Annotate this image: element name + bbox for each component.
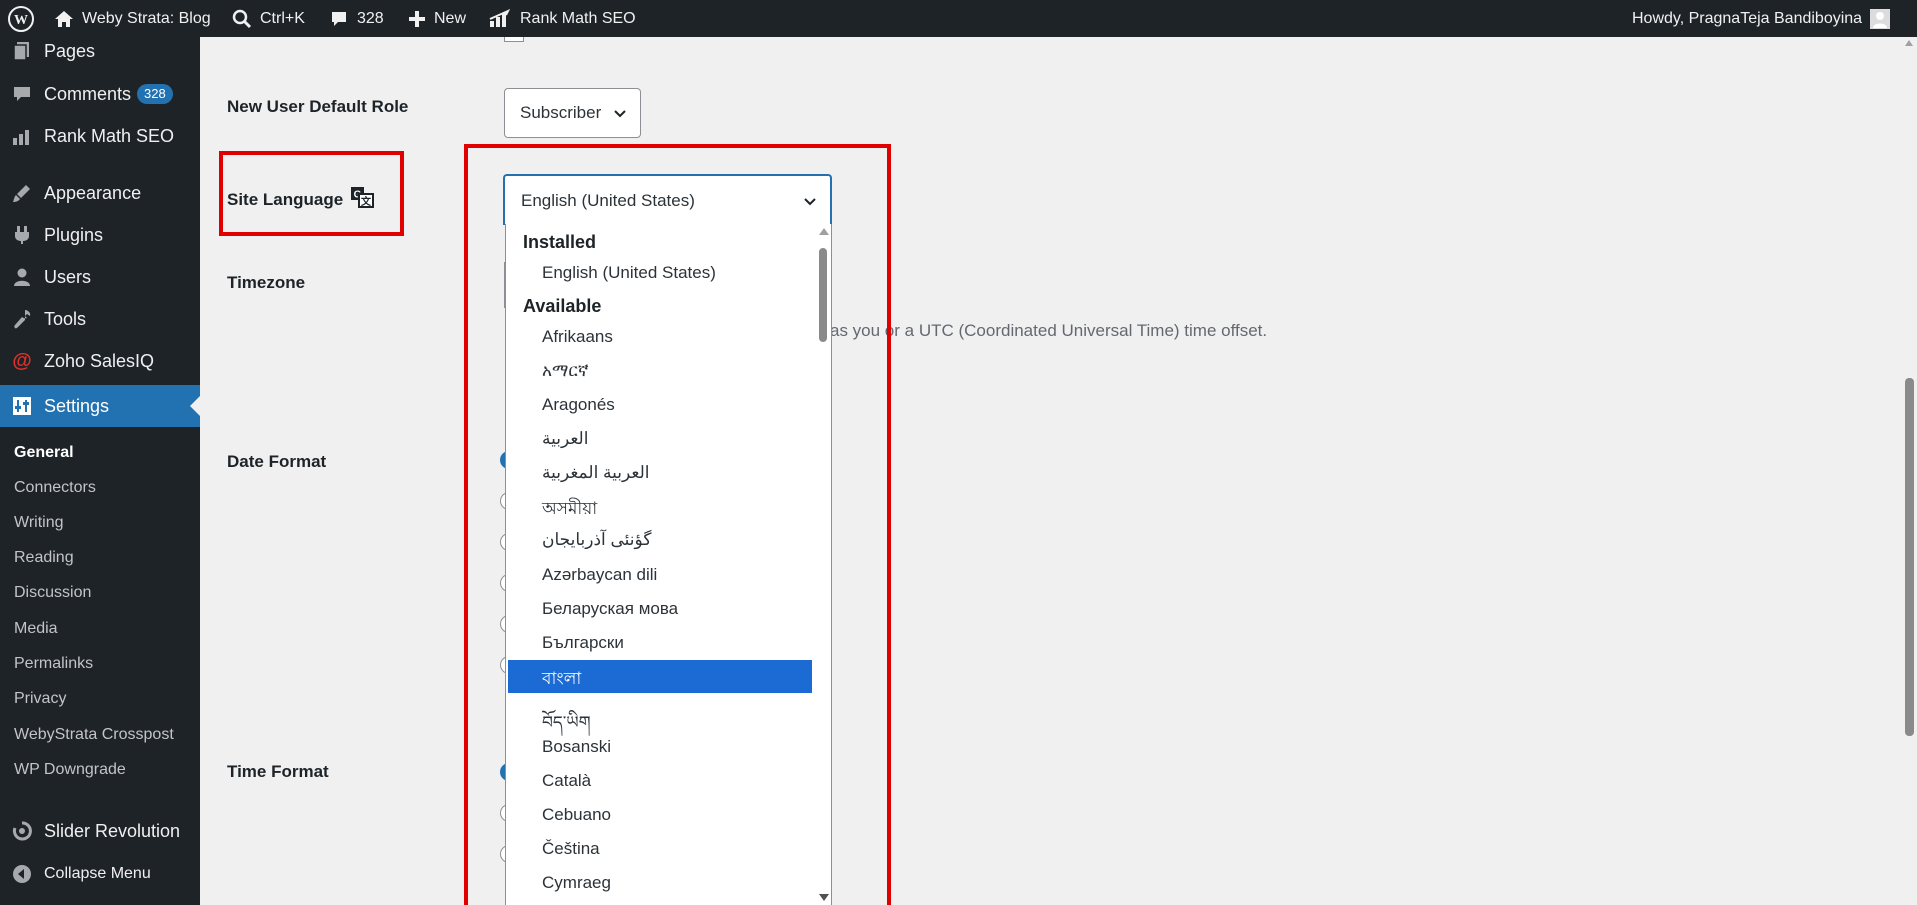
- default-role-value: Subscriber: [520, 103, 602, 122]
- date-format-label: Date Format: [227, 452, 327, 471]
- plug-icon: [11, 224, 33, 246]
- submenu-writing[interactable]: Writing: [14, 511, 64, 535]
- menu-users-label: Users: [44, 266, 92, 287]
- comments-icon: [11, 83, 33, 105]
- new-content-link[interactable]: New: [408, 0, 466, 37]
- settings-sliders-icon: [11, 395, 33, 417]
- submenu-general[interactable]: General: [14, 441, 74, 465]
- search-icon: [232, 9, 252, 29]
- admin-bar: W Weby Strata: Blog Ctrl+K 328 New Rank …: [0, 0, 1917, 37]
- default-role-label: New User Default Role: [227, 97, 409, 116]
- new-label: New: [434, 9, 467, 27]
- annotation-box-language-dropdown: [464, 144, 891, 905]
- menu-pages-label: Pages: [44, 40, 96, 61]
- svg-text:W: W: [14, 13, 28, 28]
- submenu-media[interactable]: Media: [14, 617, 58, 641]
- collapse-menu-button[interactable]: Collapse Menu: [0, 853, 200, 895]
- annotation-box-site-language: [219, 151, 404, 236]
- collapse-menu-label: Collapse Menu: [44, 865, 151, 882]
- pages-icon: [11, 40, 33, 62]
- submenu-discussion[interactable]: Discussion: [14, 581, 91, 605]
- howdy-label: Howdy, PragnaTeja Bandiboyina: [1632, 9, 1863, 27]
- wrench-icon: [11, 308, 33, 330]
- default-role-select[interactable]: Subscriber: [504, 88, 641, 138]
- comment-bubble-icon: [329, 9, 349, 29]
- my-account-link[interactable]: Howdy, PragnaTeja Bandiboyina: [1632, 0, 1891, 37]
- submenu-connectors[interactable]: Connectors: [14, 476, 96, 500]
- menu-settings-label: Settings: [44, 395, 110, 416]
- wordpress-logo-icon[interactable]: W: [8, 0, 34, 37]
- chevron-down-icon: [613, 106, 627, 126]
- menu-tools-label: Tools: [44, 308, 87, 329]
- menu-plugins[interactable]: Plugins: [0, 214, 200, 256]
- menu-zoho-label: Zoho SalesIQ: [44, 350, 155, 371]
- zoho-at-icon: @: [12, 349, 32, 372]
- menu-slider-label: Slider Revolution: [44, 820, 181, 841]
- search-shortcut-label: Ctrl+K: [260, 9, 305, 27]
- menu-comments[interactable]: Comments 328: [0, 73, 200, 115]
- paintbrush-icon: [11, 182, 33, 204]
- rankmath-link[interactable]: Rank Math SEO: [488, 0, 636, 37]
- menu-appearance[interactable]: Appearance: [0, 172, 200, 214]
- rankmath-icon: [488, 8, 512, 29]
- plus-icon: [408, 10, 426, 28]
- submenu-privacy[interactable]: Privacy: [14, 687, 66, 711]
- page-scroll-up-arrow-icon[interactable]: [1905, 40, 1913, 46]
- menu-plugins-label: Plugins: [44, 224, 104, 245]
- comments-badge: 328: [137, 84, 173, 104]
- menu-comments-label: Comments: [44, 83, 132, 104]
- menu-users[interactable]: Users: [0, 256, 200, 298]
- menu-appearance-label: Appearance: [44, 182, 142, 203]
- menu-rankmath-label: Rank Math SEO: [44, 125, 175, 146]
- page-scroll-thumb[interactable]: [1905, 378, 1914, 736]
- menu-rankmath[interactable]: Rank Math SEO: [0, 115, 200, 157]
- submenu-permalinks[interactable]: Permalinks: [14, 652, 93, 676]
- site-name-label: Weby Strata: Blog: [82, 9, 211, 27]
- comments-count: 328: [357, 9, 384, 27]
- submenu-reading[interactable]: Reading: [14, 546, 74, 570]
- search-shortcut[interactable]: Ctrl+K: [232, 0, 305, 37]
- admin-sidebar: Pages Comments 328 Rank Math SEO Appeara…: [0, 37, 200, 905]
- avatar: [1870, 8, 1891, 29]
- menu-tools[interactable]: Tools: [0, 298, 200, 340]
- slider-revolution-icon: [11, 820, 33, 842]
- menu-settings[interactable]: Settings: [0, 385, 200, 427]
- menu-zoho[interactable]: @ Zoho SalesIQ: [0, 340, 200, 382]
- page-scrollbar[interactable]: [1902, 37, 1917, 905]
- menu-slider-revolution[interactable]: Slider Revolution: [0, 810, 200, 852]
- current-menu-arrow: [190, 396, 200, 416]
- collapse-arrow-icon: [11, 863, 33, 885]
- timezone-label: Timezone: [227, 273, 306, 292]
- submenu-webystrata-crosspost[interactable]: WebyStrata Crosspost: [14, 723, 174, 747]
- menu-pages[interactable]: Pages: [0, 37, 200, 65]
- submenu-wp-downgrade[interactable]: WP Downgrade: [14, 758, 126, 782]
- comments-link[interactable]: 328: [329, 0, 384, 37]
- timezone-hint: as you or a UTC (Coordinated Universal T…: [830, 321, 1268, 340]
- site-name-link[interactable]: Weby Strata: Blog: [54, 0, 211, 37]
- time-format-label: Time Format: [227, 762, 329, 781]
- rankmath-label: Rank Math SEO: [520, 9, 636, 27]
- membership-checkbox[interactable]: [504, 37, 524, 42]
- home-icon: [54, 9, 74, 29]
- user-icon: [11, 266, 33, 288]
- rankmath-bars-icon: [11, 125, 33, 147]
